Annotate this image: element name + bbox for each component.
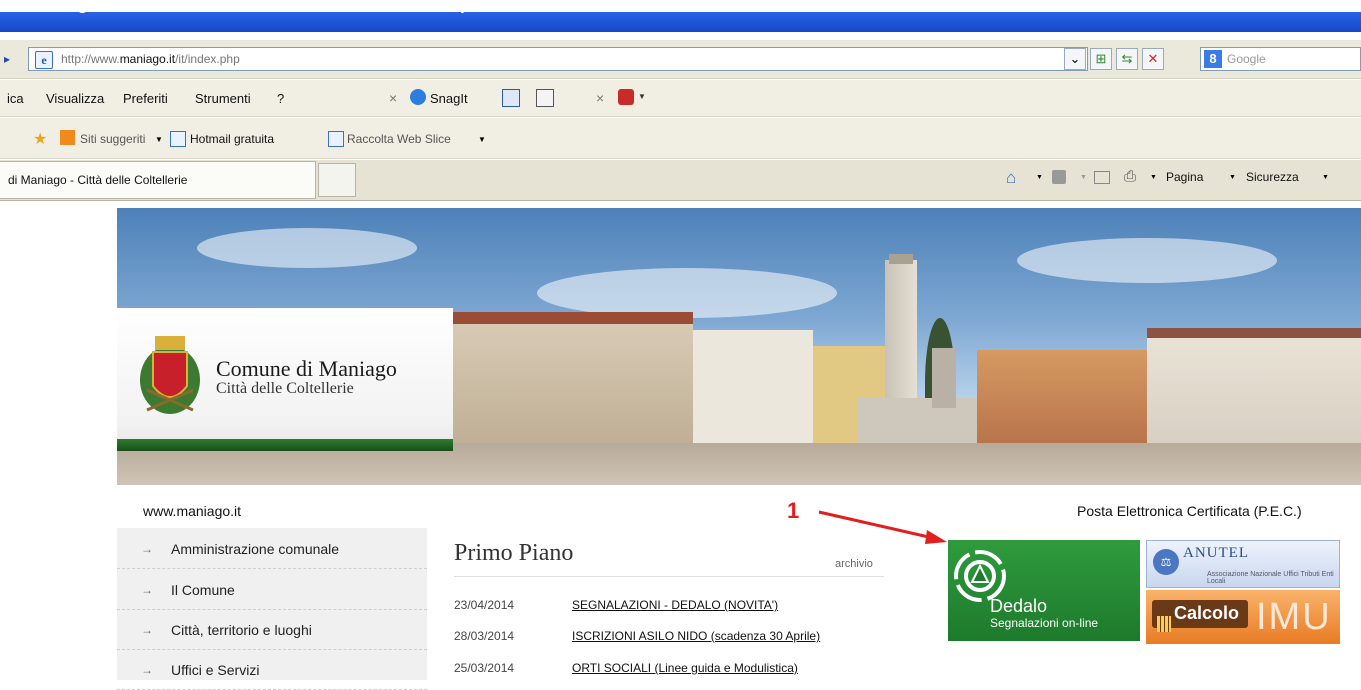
sidebar-item-amministrazione[interactable]: → Amministrazione comunale — [117, 531, 427, 569]
search-placeholder: Google — [1227, 52, 1266, 66]
address-bar[interactable]: e http://www.maniago.it/it/index.php — [28, 47, 1088, 71]
window-title: - di Maniago - Città delle Coltellerie -… — [0, 0, 508, 14]
arrow-right-icon: → — [141, 663, 153, 677]
sidebar-item-label: Città, territorio e luoghi — [171, 622, 312, 638]
ie-icon — [170, 131, 186, 147]
address-url: http://www.maniago.it/it/index.php — [61, 52, 240, 66]
anutel-subtitle: Associazione Nazionale Uffici Tributi En… — [1207, 571, 1334, 585]
search-box[interactable]: 8 Google — [1200, 47, 1361, 71]
home-icon[interactable]: ⌂ — [1006, 168, 1016, 188]
address-dropdown-icon[interactable]: ⌄ — [1064, 48, 1086, 70]
chevron-down-icon[interactable]: ▼ — [1322, 174, 1329, 181]
anutel-logo-icon: ⚖ — [1153, 549, 1179, 575]
favorites-star-icon[interactable]: ★ — [33, 129, 47, 149]
menu-modifica[interactable]: ica — [7, 91, 24, 106]
sidebar-item-label: Amministrazione comunale — [171, 541, 340, 557]
stop-icon[interactable]: ✕ — [1142, 48, 1164, 70]
fav-web-slice[interactable]: Raccolta Web Slice — [347, 132, 451, 146]
calcolo-imu-banner[interactable]: Calcolo IMU — [1146, 590, 1340, 644]
anutel-banner[interactable]: ⚖ ANUTEL Associazione Nazionale Uffici T… — [1146, 540, 1340, 588]
snagit-icon — [410, 89, 426, 105]
chevron-down-icon[interactable]: ▼ — [1229, 174, 1236, 181]
fav-hotmail[interactable]: Hotmail gratuita — [190, 132, 274, 146]
chevron-down-icon[interactable]: ▼ — [155, 135, 163, 144]
chevron-down-icon[interactable]: ▼ — [1150, 174, 1157, 181]
new-tab-button[interactable] — [318, 163, 356, 197]
sidebar-item-il-comune[interactable]: → Il Comune — [117, 572, 427, 610]
section-title: Primo Piano — [454, 540, 574, 566]
ie-icon — [328, 131, 344, 147]
pdf-icon[interactable] — [618, 89, 634, 105]
calcolo-label: Calcolo — [1174, 603, 1240, 623]
sidebar-item-citta[interactable]: → Città, territorio e luoghi — [117, 612, 427, 650]
arrow-right-icon: → — [141, 583, 153, 597]
window-titlebar: - di Maniago - Città delle Coltellerie -… — [0, 0, 1361, 32]
news-date: 23/04/2014 — [454, 598, 515, 612]
news-link[interactable]: ISCRIZIONI ASILO NIDO (scadenza 30 April… — [572, 629, 820, 643]
imu-label: IMU — [1256, 596, 1332, 638]
suggested-sites-icon — [60, 130, 75, 145]
anutel-title: ANUTEL — [1183, 545, 1249, 561]
chevron-down-icon[interactable]: ▼ — [1080, 174, 1087, 181]
news-date: 25/03/2014 — [454, 661, 515, 675]
menu-help[interactable]: ? — [277, 91, 284, 106]
compatibility-view-icon[interactable]: ⊞ — [1090, 48, 1112, 70]
google-icon: 8 — [1204, 50, 1222, 68]
ie-page-icon: e — [35, 51, 53, 69]
print-icon[interactable]: ⎙ — [1124, 168, 1136, 185]
snagit-window-icon[interactable] — [502, 89, 520, 107]
dedalo-subtitle: Segnalazioni on-line — [990, 616, 1099, 630]
forward-arrow-icon[interactable]: ▸ — [4, 52, 10, 66]
chevron-down-icon[interactable]: ▼ — [478, 135, 486, 144]
snagit-capture-icon[interactable] — [536, 89, 554, 107]
chevron-down-icon[interactable]: ▼ — [1036, 174, 1043, 181]
logo-subtitle: Città delle Coltellerie — [216, 380, 354, 397]
command-pagina[interactable]: Pagina — [1166, 170, 1203, 184]
refresh-icon[interactable]: ⇆ — [1116, 48, 1138, 70]
menu-preferiti[interactable]: Preferiti — [123, 91, 168, 106]
calcolo-box: Calcolo — [1152, 600, 1248, 632]
arrow-right-icon: → — [141, 623, 153, 637]
command-sicurezza[interactable]: Sicurezza — [1246, 170, 1299, 184]
logo-title: Comune di Maniago — [216, 356, 397, 381]
tab-title: di Maniago - Città delle Coltellerie — [8, 173, 188, 187]
tab-maniago[interactable]: di Maniago - Città delle Coltellerie — [0, 161, 316, 199]
sidebar-item-label: Il Comune — [171, 582, 235, 598]
pec-link[interactable]: Posta Elettronica Certificata (P.E.C.) — [1077, 503, 1302, 519]
divider — [454, 576, 884, 577]
news-link[interactable]: ORTI SOCIALI (Linee guida e Modulistica) — [572, 661, 798, 675]
menu-strumenti[interactable]: Strumenti — [195, 91, 251, 106]
close-toolbar-icon[interactable]: × — [596, 90, 604, 106]
coat-of-arms-icon — [140, 336, 200, 414]
sidebar-item-uffici[interactable]: → Uffici e Servizi — [117, 652, 427, 690]
news-date: 28/03/2014 — [454, 629, 515, 643]
rss-icon[interactable] — [1052, 170, 1066, 184]
archive-link[interactable]: archivio — [835, 558, 873, 570]
dedalo-banner[interactable]: Dedalo Segnalazioni on-line — [948, 540, 1140, 641]
arrow-right-icon: → — [141, 542, 153, 556]
annotation-arrow-icon — [818, 510, 947, 544]
mail-icon[interactable] — [1094, 171, 1110, 184]
menu-visualizza[interactable]: Visualizza — [46, 91, 104, 106]
snagit-button[interactable]: SnagIt — [430, 91, 468, 106]
sidebar-item-label: Uffici e Servizi — [171, 662, 260, 678]
close-toolbar-icon[interactable]: × — [389, 90, 397, 106]
calculator-icon — [1157, 616, 1171, 632]
fav-siti-suggeriti[interactable]: Siti suggeriti — [80, 132, 145, 146]
dedalo-title: Dedalo — [990, 596, 1048, 616]
annotation-number: 1 — [787, 498, 800, 523]
pdf-dropdown-icon[interactable]: ▼ — [638, 92, 646, 101]
site-label: www.maniago.it — [143, 503, 242, 519]
news-link[interactable]: SEGNALAZIONI - DEDALO (NOVITA') — [572, 598, 778, 612]
